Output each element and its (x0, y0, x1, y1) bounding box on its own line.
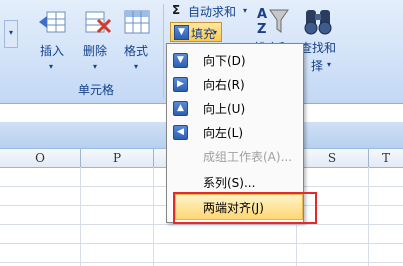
chevron-down-icon: ▾ (49, 62, 54, 71)
menu-item-label: 成组工作表(A)... (203, 150, 293, 164)
autosum-label: 自动求和 (188, 5, 237, 19)
menu-item-fill-right[interactable]: ▶ 向右(R) (167, 72, 303, 96)
menu-item-label: 向右(R) (203, 78, 245, 92)
cells-group-label: 单元格 (78, 83, 115, 97)
column-header-s[interactable]: S (296, 149, 369, 167)
format-cells-icon (124, 10, 150, 34)
sigma-icon: Σ (172, 3, 181, 17)
insert-label: 插入 (40, 44, 65, 58)
grid-line (368, 167, 369, 266)
column-header-t[interactable]: T (369, 149, 403, 167)
group-separator (163, 4, 164, 98)
menu-item-label: 向上(U) (203, 102, 246, 116)
insert-cells-icon (39, 11, 66, 33)
chevron-down-icon: ▾ (8, 28, 13, 37)
svg-text:A: A (257, 7, 267, 22)
grid-line (80, 167, 81, 266)
chevron-down-icon: ▾ (213, 28, 218, 37)
chevron-down-icon: ▾ (327, 60, 332, 69)
menu-item-across-worksheets: 成组工作表(A)... (167, 144, 303, 168)
grid-line (0, 224, 403, 225)
annotation-highlight-box (173, 192, 317, 224)
svg-text:Z: Z (257, 22, 266, 36)
format-label: 格式 (124, 44, 149, 58)
delete-button[interactable]: 删除 ▾ (76, 4, 116, 82)
fill-button[interactable]: ▼ 填充 ▾ (170, 22, 222, 42)
find-select-button[interactable]: 查找和 择 ▾ (298, 2, 342, 92)
chevron-down-icon: ▾ (243, 6, 248, 15)
delete-label: 删除 (83, 44, 108, 58)
column-header-p[interactable]: P (81, 149, 154, 167)
ribbon-scroll-control[interactable]: ▾ (4, 20, 18, 48)
arrow-up-icon: ▲ (173, 101, 188, 116)
insert-button[interactable]: 插入 ▾ (30, 4, 74, 82)
chevron-down-icon: ▾ (134, 62, 139, 71)
autosum-button[interactable]: Σ 自动求和 ▾ (170, 2, 250, 20)
chevron-down-icon: ▾ (93, 62, 98, 71)
format-button[interactable]: 格式 ▾ (118, 4, 158, 82)
delete-cells-icon (85, 11, 112, 34)
menu-item-series[interactable]: 系列(S)... (167, 170, 303, 194)
binoculars-icon (304, 10, 332, 35)
menu-item-fill-left[interactable]: ◀ 向左(L) (167, 120, 303, 144)
arrow-left-icon: ◀ (173, 125, 188, 140)
sort-filter-icon: A Z (257, 7, 289, 36)
menu-item-label: 向下(D) (203, 54, 246, 68)
menu-item-fill-down[interactable]: ▼ 向下(D) (167, 48, 303, 72)
find-select-label-2: 择 (311, 59, 324, 73)
find-select-label: 查找和 (300, 41, 337, 55)
column-header-o[interactable]: O (0, 149, 81, 167)
grid-line (0, 243, 403, 244)
grid-line (0, 262, 403, 263)
arrow-down-icon: ▼ (173, 53, 188, 68)
menu-item-fill-up[interactable]: ▲ 向上(U) (167, 96, 303, 120)
arrow-right-icon: ▶ (173, 77, 188, 92)
fill-label: 填充 (191, 27, 216, 41)
menu-item-label: 系列(S)... (203, 176, 256, 190)
fill-down-icon: ▼ (174, 25, 189, 40)
grid-line (153, 167, 154, 266)
menu-item-label: 向左(L) (203, 126, 244, 140)
